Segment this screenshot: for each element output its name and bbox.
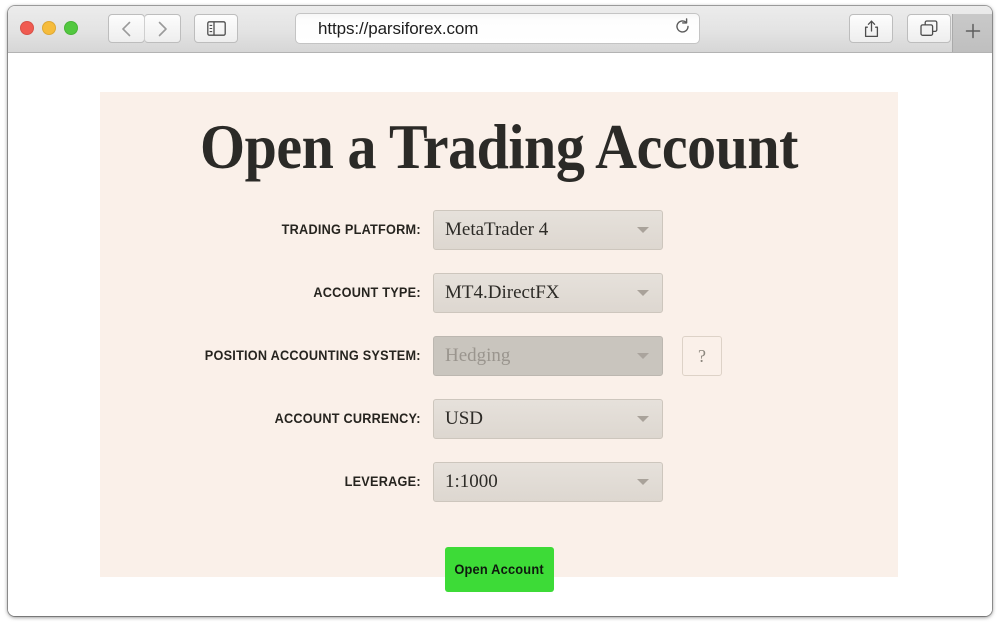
select-leverage-value: 1:1000 [445, 471, 498, 493]
close-window-button[interactable] [20, 21, 34, 35]
maximize-window-button[interactable] [64, 21, 78, 35]
reload-icon [674, 17, 691, 40]
page-content: Open a Trading Account TRADING PLATFORM:… [8, 53, 992, 616]
label-leverage: LEVERAGE: [344, 474, 421, 490]
plus-icon [964, 22, 982, 45]
chevron-down-icon [637, 479, 649, 486]
label-account-currency: ACCOUNT CURRENCY: [274, 411, 421, 427]
back-button[interactable] [108, 14, 145, 43]
chevron-down-icon [637, 416, 649, 423]
open-account-button-label: Open Account [454, 562, 544, 578]
select-leverage[interactable]: 1:1000 [433, 462, 663, 503]
form-row-account-currency: ACCOUNT CURRENCY: USD [100, 399, 898, 462]
form-row-position-accounting-system: POSITION ACCOUNTING SYSTEM: Hedging ? [100, 336, 898, 399]
sidebar-toggle-button[interactable] [194, 14, 238, 43]
new-tab-button[interactable] [952, 14, 992, 52]
label-account-type: ACCOUNT TYPE: [313, 285, 421, 301]
form-row-leverage: LEVERAGE: 1:1000 [100, 462, 898, 525]
signup-card: Open a Trading Account TRADING PLATFORM:… [100, 92, 898, 593]
show-tabs-button[interactable] [907, 14, 951, 43]
forward-button[interactable] [144, 14, 181, 43]
select-account-currency-value: USD [445, 408, 484, 430]
page-title: Open a Trading Account [199, 112, 799, 182]
address-bar[interactable]: https://parsiforex.com [295, 13, 700, 44]
form-row-trading-platform: TRADING PLATFORM: MetaTrader 4 [100, 210, 898, 273]
open-account-button[interactable]: Open Account [444, 547, 554, 593]
browser-toolbar: https://parsiforex.com [8, 6, 992, 53]
label-position-accounting-system: POSITION ACCOUNTING SYSTEM: [204, 348, 421, 364]
select-trading-platform-value: MetaTrader 4 [445, 219, 549, 241]
form-row-account-type: ACCOUNT TYPE: MT4.DirectFX [100, 273, 898, 336]
select-account-type-value: MT4.DirectFX [445, 282, 560, 304]
chevron-down-icon [637, 353, 649, 360]
tabs-icon [920, 20, 938, 37]
help-button-position-accounting-system[interactable]: ? [682, 336, 722, 377]
traffic-lights [20, 21, 78, 35]
share-icon [864, 20, 879, 38]
reload-button[interactable] [665, 17, 699, 40]
url-text: https://parsiforex.com [318, 18, 479, 38]
share-button[interactable] [849, 14, 893, 43]
browser-window: https://parsiforex.com Open a Trading Ac… [8, 6, 992, 616]
chevron-down-icon [637, 290, 649, 297]
select-position-accounting-system-value: Hedging [445, 345, 511, 367]
select-account-type[interactable]: MT4.DirectFX [433, 273, 663, 314]
select-trading-platform[interactable]: MetaTrader 4 [433, 210, 663, 251]
question-mark-icon: ? [698, 345, 706, 366]
chevron-right-icon [157, 21, 168, 37]
chevron-down-icon [637, 227, 649, 234]
chevron-left-icon [121, 21, 132, 37]
sidebar-icon [206, 21, 226, 36]
submit-row: Open Account [100, 547, 898, 593]
select-position-accounting-system: Hedging [433, 336, 663, 377]
open-account-form: TRADING PLATFORM: MetaTrader 4 ACCOUNT T… [100, 210, 898, 593]
minimize-window-button[interactable] [42, 21, 56, 35]
label-trading-platform: TRADING PLATFORM: [281, 222, 421, 238]
select-account-currency[interactable]: USD [433, 399, 663, 440]
